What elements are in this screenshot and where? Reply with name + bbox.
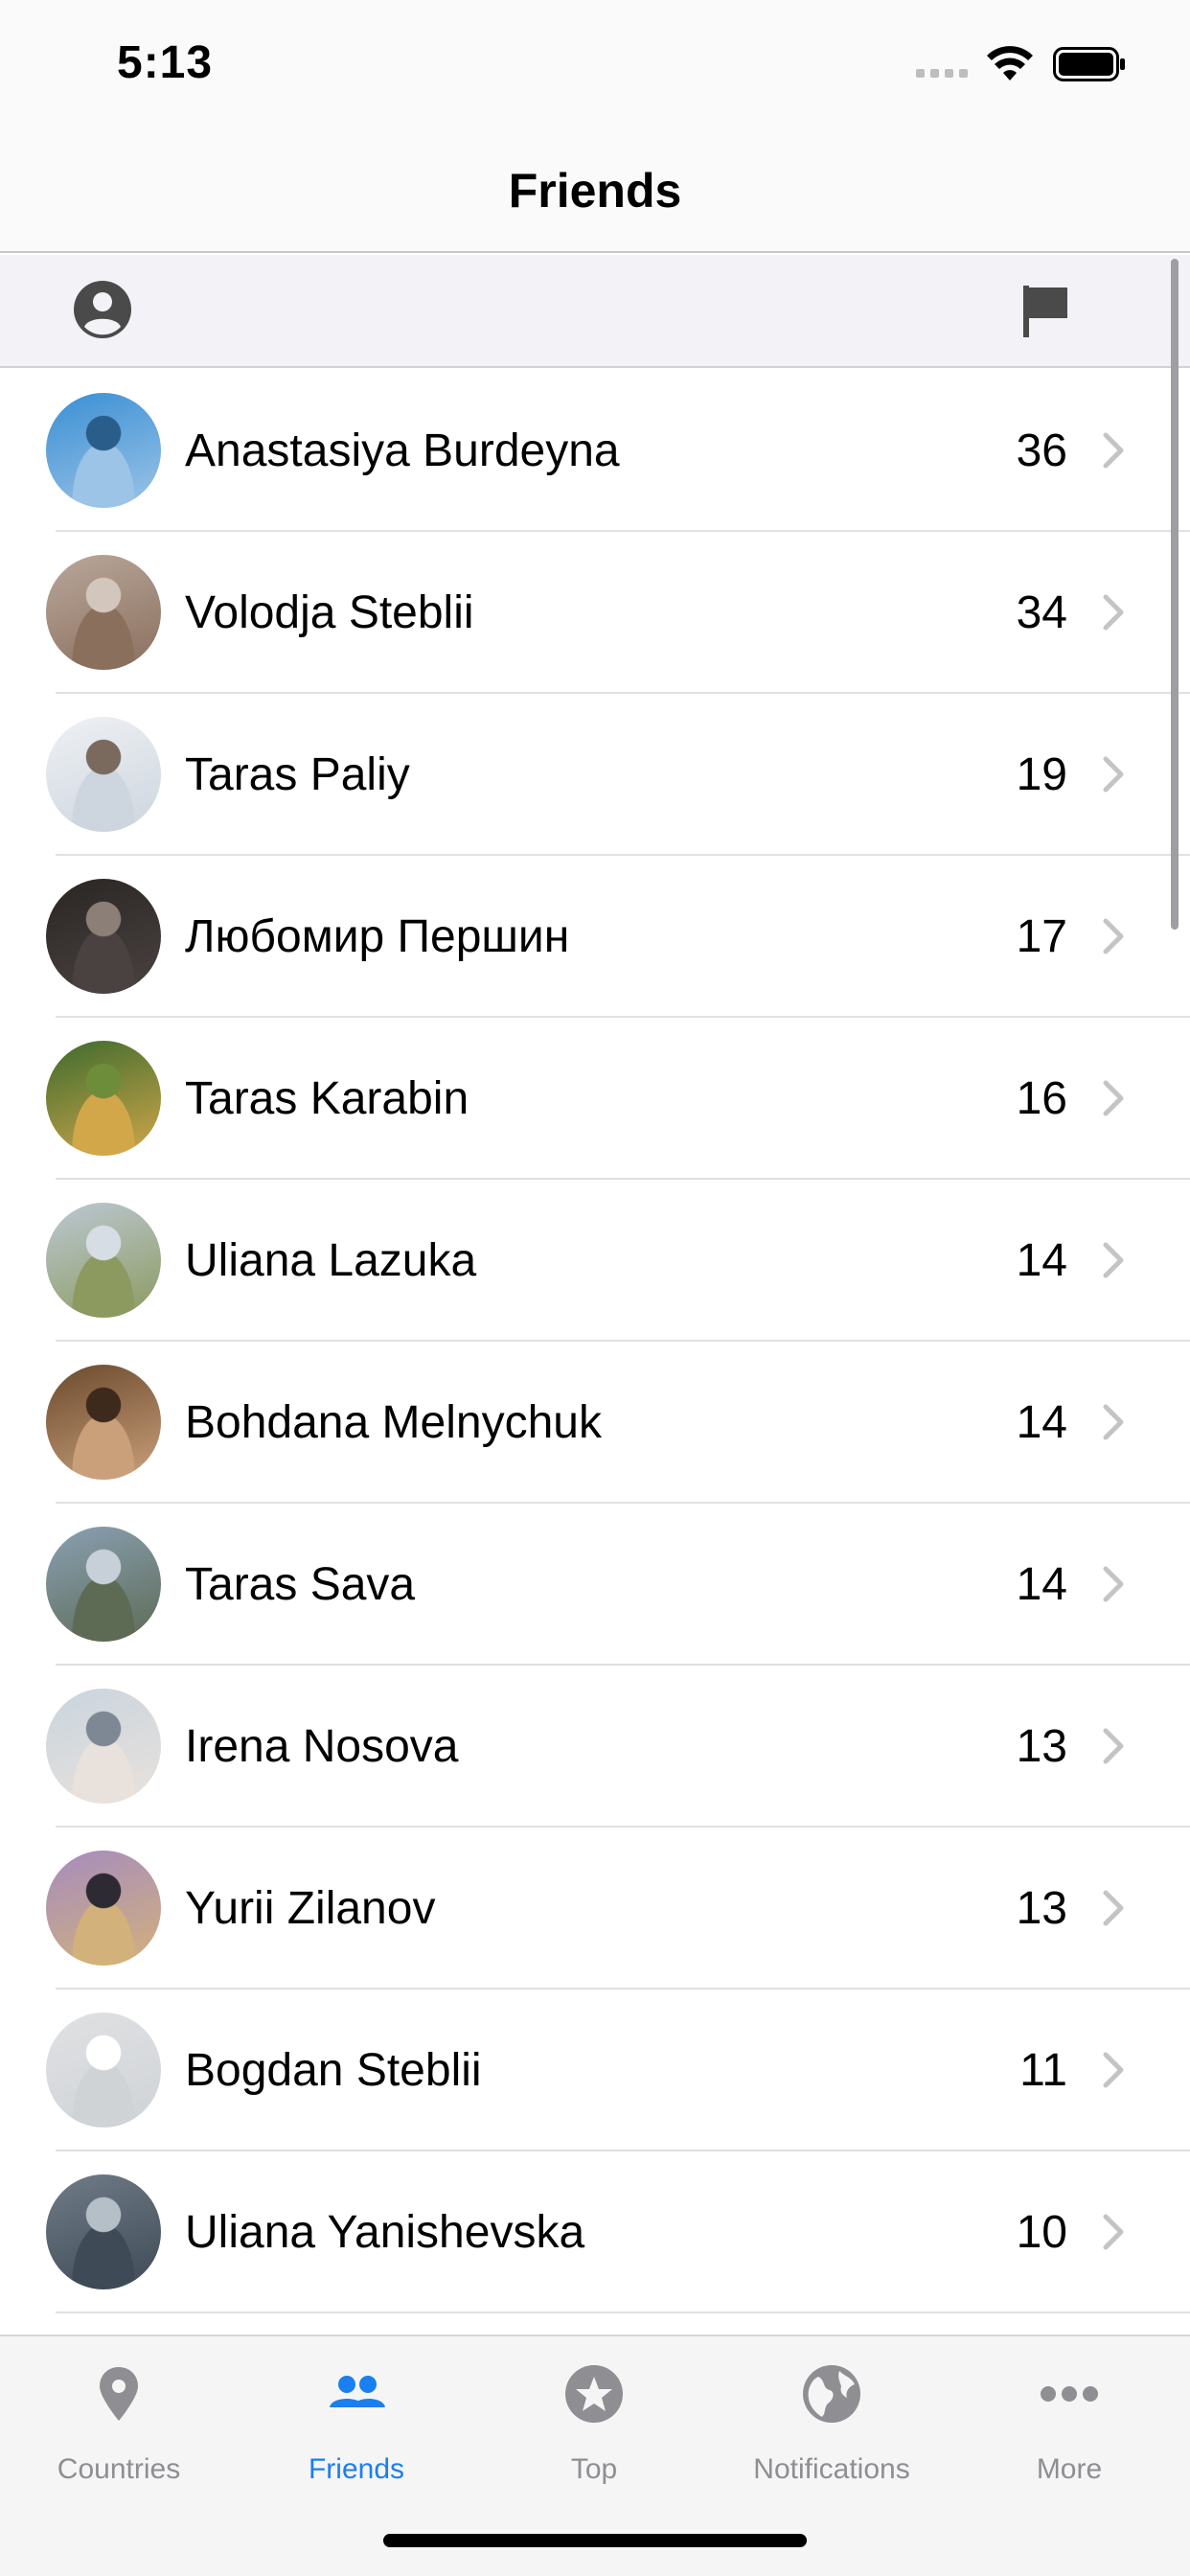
friend-country-count: 13 <box>1016 1721 1067 1772</box>
star-circle-icon <box>565 2365 623 2423</box>
chevron-right-icon <box>1103 1566 1124 1602</box>
friend-row[interactable]: Volodja Steblii 34 <box>0 532 1190 694</box>
tab-countries[interactable]: Countries <box>0 2356 238 2509</box>
tab-friends[interactable]: Friends <box>238 2356 475 2509</box>
friend-row[interactable]: Anastasiya Burdeyna 36 <box>0 370 1190 532</box>
list-header-toolbar <box>0 255 1190 368</box>
avatar <box>46 1041 161 1156</box>
friend-row[interactable]: Uliana Lazuka 14 <box>0 1180 1190 1342</box>
status-bar: 5:13 <box>0 0 1190 134</box>
friend-country-count: 14 <box>1016 1235 1067 1286</box>
globe-icon <box>803 2365 860 2423</box>
friend-name: Taras Karabin <box>185 1073 469 1124</box>
people-icon <box>330 2376 385 2407</box>
scroll-indicator[interactable] <box>1171 259 1179 930</box>
friend-country-count: 34 <box>1016 587 1067 638</box>
cellular-signal-icon <box>916 69 970 80</box>
flag-icon[interactable] <box>1019 282 1073 339</box>
avatar <box>46 555 161 670</box>
more-dots-icon <box>1041 2386 1098 2402</box>
friend-row[interactable]: Yurii Zilanov 13 <box>0 1828 1190 1990</box>
avatar <box>46 1527 161 1642</box>
friend-name: Любомир Першин <box>185 911 570 962</box>
friend-name: Irena Nosova <box>185 1721 459 1772</box>
friend-row[interactable]: Taras Paliy 19 <box>0 694 1190 856</box>
avatar <box>46 1203 161 1318</box>
avatar <box>46 2174 161 2289</box>
friend-name: Uliana Yanishevska <box>185 2207 585 2258</box>
chevron-right-icon <box>1103 1080 1124 1116</box>
map-pin-icon <box>100 2367 138 2421</box>
friend-country-count: 16 <box>1016 1073 1067 1124</box>
friend-country-count: 10 <box>1016 2207 1067 2258</box>
avatar <box>46 393 161 508</box>
friend-country-count: 19 <box>1016 749 1067 800</box>
wifi-icon <box>987 46 1033 80</box>
friend-country-count: 13 <box>1016 1883 1067 1934</box>
friend-name: Taras Sava <box>185 1559 416 1610</box>
avatar <box>46 2012 161 2128</box>
navigation-bar: Friends <box>0 134 1190 253</box>
friend-row[interactable]: Bogdan Steblii 11 <box>0 1990 1190 2151</box>
friend-country-count: 14 <box>1016 1559 1067 1610</box>
chevron-right-icon <box>1103 756 1124 793</box>
avatar <box>46 879 161 994</box>
friend-country-count: 14 <box>1016 1397 1067 1448</box>
avatar <box>46 1851 161 1966</box>
tab-top[interactable]: Top <box>475 2356 713 2509</box>
avatar <box>46 717 161 832</box>
tab-label: More <box>1036 2453 1103 2485</box>
friend-row[interactable]: Taras Sava 14 <box>0 1504 1190 1666</box>
friend-name: Uliana Lazuka <box>185 1235 477 1286</box>
friend-name: Bogdan Steblii <box>185 2045 482 2096</box>
battery-icon <box>1053 47 1125 81</box>
chevron-right-icon <box>1103 918 1124 954</box>
friend-name: Bohdana Melnychuk <box>185 1397 602 1448</box>
tab-more[interactable]: More <box>950 2356 1188 2509</box>
friends-list[interactable]: Anastasiya Burdeyna 36 Volodja Steblii 34 Ta… <box>0 370 1190 2334</box>
chevron-right-icon <box>1103 1404 1124 1440</box>
friend-row[interactable]: Bohdana Melnychuk 14 <box>0 1342 1190 1504</box>
tab-label: Countries <box>57 2453 181 2485</box>
friend-row[interactable]: Uliana Yanishevska 10 <box>0 2151 1190 2313</box>
chevron-right-icon <box>1103 432 1124 469</box>
friend-row[interactable] <box>0 2313 1190 2334</box>
friend-row[interactable]: Taras Karabin 16 <box>0 1018 1190 1180</box>
chevron-right-icon <box>1103 2214 1124 2250</box>
chevron-right-icon <box>1103 2052 1124 2088</box>
friend-country-count: 17 <box>1016 911 1067 962</box>
chevron-right-icon <box>1103 1728 1124 1764</box>
friend-name: Anastasiya Burdeyna <box>185 426 620 476</box>
app-screen: 5:13 Friends Anastasiya Burdeyna 36 Volo… <box>0 0 1190 2576</box>
friend-country-count: 11 <box>1019 2045 1067 2096</box>
tab-label: Top <box>570 2453 618 2485</box>
chevron-right-icon <box>1103 1242 1124 1278</box>
avatar <box>46 1689 161 1804</box>
person-circle-icon[interactable] <box>73 280 132 339</box>
friend-country-count: 36 <box>1016 426 1067 476</box>
avatar <box>46 1365 161 1480</box>
chevron-right-icon <box>1103 1890 1124 1926</box>
friend-name: Volodja Steblii <box>185 587 474 638</box>
friend-name: Yurii Zilanov <box>185 1883 436 1934</box>
tab-label: Friends <box>308 2453 405 2485</box>
status-time: 5:13 <box>117 37 214 88</box>
tab-label: Notifications <box>753 2453 910 2485</box>
friend-row[interactable]: Любомир Першин 17 <box>0 856 1190 1018</box>
chevron-right-icon <box>1103 594 1124 631</box>
home-indicator <box>383 2534 807 2547</box>
tab-notifications[interactable]: Notifications <box>713 2356 950 2509</box>
page-title: Friends <box>508 164 682 218</box>
friend-row[interactable]: Irena Nosova 13 <box>0 1666 1190 1828</box>
friend-name: Taras Paliy <box>185 749 410 800</box>
